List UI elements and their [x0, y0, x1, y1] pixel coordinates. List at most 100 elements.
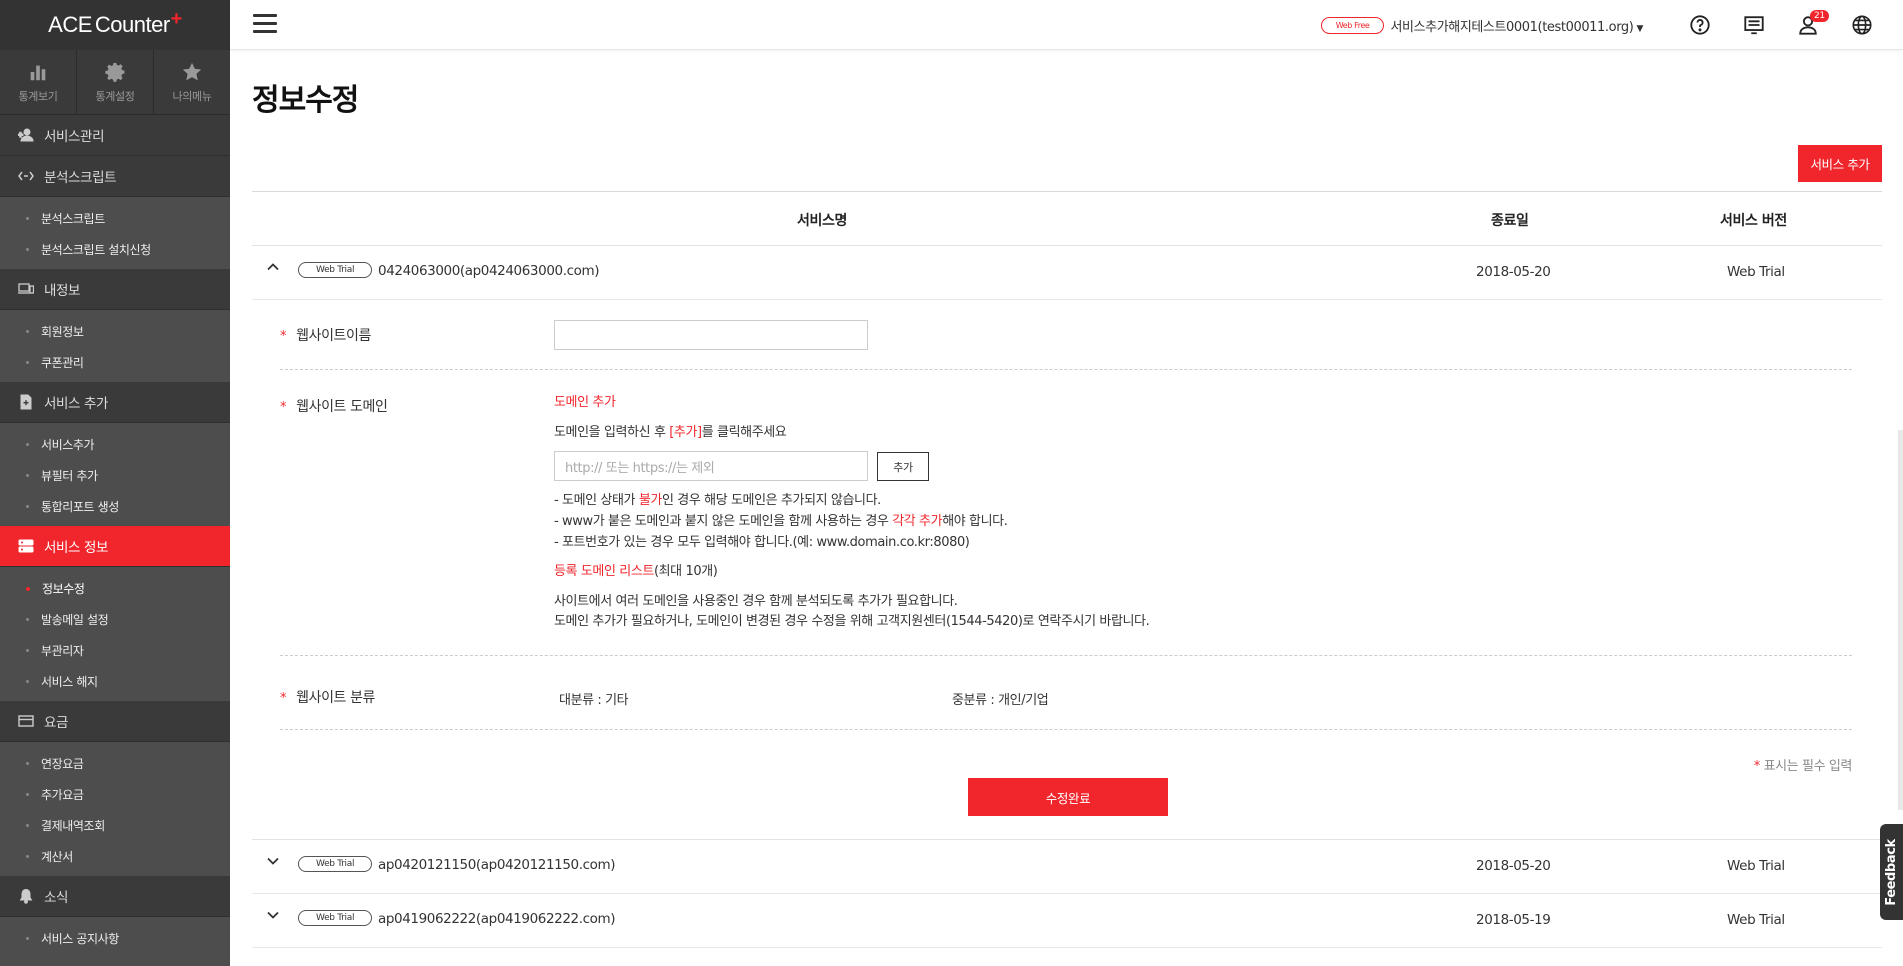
submenu-item[interactable]: 쿠폰관리	[0, 347, 230, 378]
help-button[interactable]	[1673, 0, 1727, 50]
top-icon-stats-view[interactable]: 통계보기	[0, 50, 77, 114]
code-arrows-icon	[18, 171, 34, 181]
submenu-item-edit-info[interactable]: 정보수정	[0, 573, 230, 604]
submenu-item[interactable]: 부관리자	[0, 635, 230, 666]
submenu-add-service: 서비스추가 뷰필터 추가 통합리포트 생성	[0, 423, 230, 526]
menu-label: 소식	[44, 890, 69, 906]
domain-label: * 웹사이트 도메인	[280, 399, 388, 415]
notice-button[interactable]	[1727, 0, 1781, 50]
top-icon-label: 통계설정	[95, 89, 135, 103]
feedback-tab[interactable]: Feedback	[1880, 824, 1903, 920]
page-title: 정보수정	[252, 83, 359, 118]
required-mark: *	[1753, 759, 1761, 774]
submenu-item[interactable]: 발송메일 설정	[0, 604, 230, 635]
domain-note-2: - www가 붙은 도메인과 붙지 않은 도메인을 함께 사용하는 경우 각각 …	[554, 514, 1008, 529]
domain-input[interactable]: http:// 또는 https://는 제외	[554, 451, 868, 481]
user-add-icon	[18, 128, 34, 142]
submenu-item[interactable]: 회원정보	[0, 316, 230, 347]
user-notification-button[interactable]: 21	[1781, 0, 1835, 50]
submenu-service-info: 정보수정 발송메일 설정 부관리자 서비스 해지	[0, 567, 230, 701]
domain-add-button[interactable]: 추가	[877, 452, 929, 481]
bell-icon	[19, 888, 33, 904]
submenu-item[interactable]: 연장요금	[0, 748, 230, 779]
star-icon	[182, 62, 202, 80]
table-row[interactable]: Web Trial ap0420121150(ap0420121150.com)…	[252, 840, 1882, 894]
menu-billing[interactable]: 요금	[0, 701, 230, 742]
add-service-button[interactable]: 서비스 추가	[1798, 145, 1882, 182]
menu-label: 서비스 추가	[44, 396, 108, 412]
caret-down-icon: ▼	[1636, 23, 1643, 34]
menu-my-info[interactable]: 내정보	[0, 269, 230, 310]
message-board-icon	[1744, 16, 1764, 35]
service-name: ap0420121150(ap0420121150.com)	[378, 857, 616, 873]
language-button[interactable]	[1835, 0, 1889, 50]
service-selector[interactable]: 서비스추가해지테스트0001(test00011.org) ▼	[1390, 16, 1643, 35]
domain-note-3: - 포트번호가 있는 경우 모두 입력해야 합니다.(예: www.domain…	[554, 535, 970, 550]
service-version: Web Trial	[1727, 912, 1785, 928]
plan-badge: Web Trial	[298, 856, 373, 872]
submenu-item[interactable]: 분석스크립트 설치신청	[0, 234, 230, 265]
submenu-item[interactable]: 서비스 해지	[0, 666, 230, 697]
submenu-item[interactable]: 계산서	[0, 841, 230, 872]
domain-list-title: 등록 도메인 리스트(최대 10개)	[554, 564, 718, 579]
column-header-name: 서비스명	[797, 213, 847, 229]
submenu-item[interactable]: 뷰필터 추가	[0, 460, 230, 491]
domain-add-title: 도메인 추가	[554, 395, 616, 410]
logo-plus: +	[170, 7, 183, 30]
top-header: Web Free 서비스추가해지테스트0001(test00011.org) ▼ …	[230, 0, 1903, 50]
menu-analysis-script[interactable]: 분석스크립트	[0, 156, 230, 197]
bar-chart-icon	[30, 65, 46, 80]
menu-news[interactable]: 소식	[0, 876, 230, 917]
service-name: ap0419062222(ap0419062222.com)	[378, 911, 616, 927]
submenu-billing: 연장요금 추가요금 결제내역조회 계산서	[0, 742, 230, 876]
submenu-item[interactable]: 서비스 공지사항	[0, 923, 230, 954]
submenu-item[interactable]: 서비스추가	[0, 429, 230, 460]
chevron-down-icon[interactable]	[266, 908, 280, 926]
column-header-version: 서비스 버전	[1720, 213, 1787, 229]
site-name-input[interactable]	[554, 320, 868, 350]
submenu-item[interactable]: 통합리포트 생성	[0, 491, 230, 522]
file-add-icon	[20, 394, 32, 410]
service-edit-form: * 웹사이트이름 * 웹사이트 도메인 도메인 추가 도메인을 입력하신 후 [추가…	[252, 300, 1882, 840]
site-name-label: * 웹사이트이름	[280, 328, 371, 344]
chevron-up-icon[interactable]	[266, 260, 280, 278]
table-row[interactable]: Web Trial 0424063000(ap0424063000.com) 2…	[252, 246, 1882, 300]
logo[interactable]: ACE Counter +	[0, 0, 230, 50]
submenu-news: 서비스 공지사항	[0, 917, 230, 958]
submenu-my-info: 회원정보 쿠폰관리	[0, 310, 230, 382]
menu-label: 서비스관리	[44, 129, 105, 145]
menu-label: 분석스크립트	[44, 170, 117, 186]
hamburger-menu-icon[interactable]	[253, 14, 277, 34]
menu-label: 내정보	[44, 283, 81, 299]
submit-button[interactable]: 수정완료	[968, 778, 1168, 816]
end-date: 2018-05-20	[1476, 264, 1551, 280]
menu-label: 요금	[44, 715, 69, 731]
service-version: Web Trial	[1727, 858, 1785, 874]
end-date: 2018-05-19	[1476, 912, 1551, 928]
menu-service-management[interactable]: 서비스관리	[0, 115, 230, 156]
required-mark: *	[280, 400, 287, 415]
domain-list-desc-1: 사이트에서 여러 도메인을 사용중인 경우 함께 분석되도록 추가가 필요합니다…	[554, 594, 958, 609]
top-icon-stats-settings[interactable]: 통계설정	[77, 50, 154, 114]
help-icon	[1690, 15, 1710, 35]
menu-label: 서비스 정보	[44, 540, 108, 556]
scrollbar[interactable]	[1898, 430, 1903, 810]
chevron-down-icon[interactable]	[266, 854, 280, 872]
menu-service-info[interactable]: 서비스 정보	[0, 526, 230, 567]
submenu-item[interactable]: 추가요금	[0, 779, 230, 810]
domain-list-desc-2: 도메인 추가가 필요하거나, 도메인이 변경된 경우 수정을 위해 고객지원센터…	[554, 614, 1150, 629]
submenu-item[interactable]: 결제내역조회	[0, 810, 230, 841]
gear-icon	[105, 62, 125, 82]
submenu-item[interactable]: 분석스크립트	[0, 203, 230, 234]
submenu-analysis-script: 분석스크립트 분석스크립트 설치신청	[0, 197, 230, 269]
top-icon-label: 통계보기	[18, 89, 58, 103]
divider	[280, 655, 1852, 656]
table-row[interactable]: Web Trial ap0419062222(ap0419062222.com)…	[252, 894, 1882, 948]
top-icon-my-menu[interactable]: 나의메뉴	[154, 50, 230, 114]
end-date: 2018-05-20	[1476, 858, 1551, 874]
card-icon	[18, 715, 34, 727]
sidebar-top-icons: 통계보기 통계설정 나의메뉴	[0, 50, 230, 115]
service-version: Web Trial	[1727, 264, 1785, 280]
required-mark: *	[280, 691, 287, 706]
menu-add-service[interactable]: 서비스 추가	[0, 382, 230, 423]
